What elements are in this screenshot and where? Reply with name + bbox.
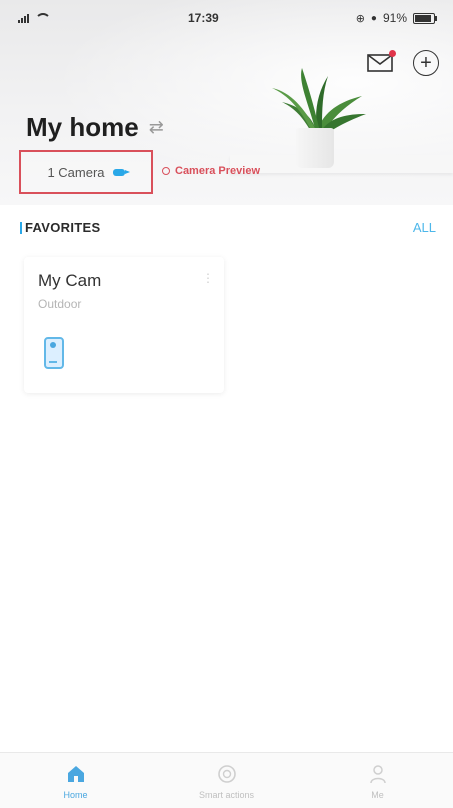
plant-pot xyxy=(296,128,334,168)
status-time: 17:39 xyxy=(188,11,219,25)
smart-actions-icon xyxy=(217,764,236,783)
preview-icon xyxy=(162,167,170,175)
status-left xyxy=(18,12,51,24)
nav-label-smart-actions: Smart actions xyxy=(198,789,255,800)
messages-button[interactable] xyxy=(367,50,396,73)
camera-device-icon xyxy=(44,337,64,369)
nav-label-me: Me xyxy=(371,789,384,800)
alarm-icon: ● xyxy=(370,12,377,24)
wifi-icon xyxy=(35,12,51,24)
notification-dot xyxy=(389,50,396,57)
home-title[interactable]: My home ⇄ xyxy=(26,112,164,143)
switch-home-icon[interactable]: ⇄ xyxy=(149,117,164,138)
nav-label-home: Home xyxy=(63,789,88,800)
nav-item-smart-actions[interactable]: Smart actions xyxy=(167,763,287,800)
nav-item-me[interactable]: Me xyxy=(318,763,438,800)
camera-location: Outdoor xyxy=(38,297,82,311)
page-title: My home xyxy=(26,112,139,142)
battery-percent: 91% xyxy=(382,11,407,25)
favorites-header: FAVORITES ALL xyxy=(20,220,436,235)
shelf-decoration xyxy=(230,155,453,173)
status-right: ⊕ ● 91% xyxy=(355,11,437,25)
bottom-nav: Home Smart actions Me xyxy=(0,752,453,808)
camera-name: My Cam xyxy=(38,271,102,290)
card-more-icon[interactable]: ⋮ xyxy=(202,271,214,285)
location-icon: ⊕ xyxy=(355,12,365,25)
camera-card[interactable]: My Cam Outdoor ⋮ xyxy=(24,257,224,393)
status-bar: 17:39 ⊕ ● 91% xyxy=(0,0,453,36)
add-device-button[interactable]: + xyxy=(413,50,439,76)
section-marker xyxy=(20,221,22,234)
header-actions: + xyxy=(367,50,439,76)
camera-preview-link[interactable]: Camera Preview xyxy=(162,165,260,177)
camera-icon xyxy=(112,168,130,176)
camera-preview-label: Camera Preview xyxy=(175,165,260,177)
favorites-title: FAVORITES xyxy=(20,220,100,235)
person-icon xyxy=(369,764,386,783)
favorites-all-link[interactable]: ALL xyxy=(413,220,436,235)
plus-icon: + xyxy=(420,52,432,74)
camera-count-chip[interactable]: 1 Camera xyxy=(19,150,153,194)
battery-icon xyxy=(413,12,437,24)
home-icon xyxy=(67,765,84,782)
signal-icon xyxy=(18,13,29,23)
camera-count-label: 1 Camera xyxy=(47,164,105,180)
nav-item-home[interactable]: Home xyxy=(16,763,136,800)
favorites-label: FAVORITES xyxy=(25,220,101,235)
